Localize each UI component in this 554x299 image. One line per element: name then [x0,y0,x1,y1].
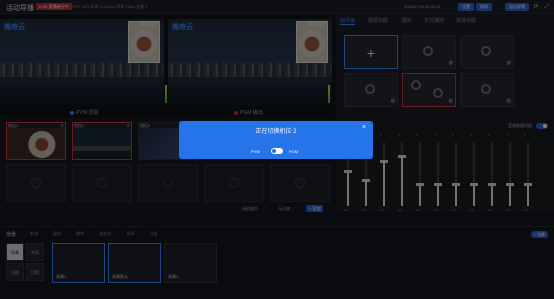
pgm-switch-label: PGM [289,149,299,154]
pvw-pgm-toggle[interactable] [271,148,283,154]
close-icon[interactable]: × [362,124,366,131]
dialog-title: 正在切换机位 2 [255,129,297,135]
switching-dialog: 正在切换机位 2 × PVW PGM [179,121,373,159]
pvw-switch-label: PVW [251,149,261,154]
